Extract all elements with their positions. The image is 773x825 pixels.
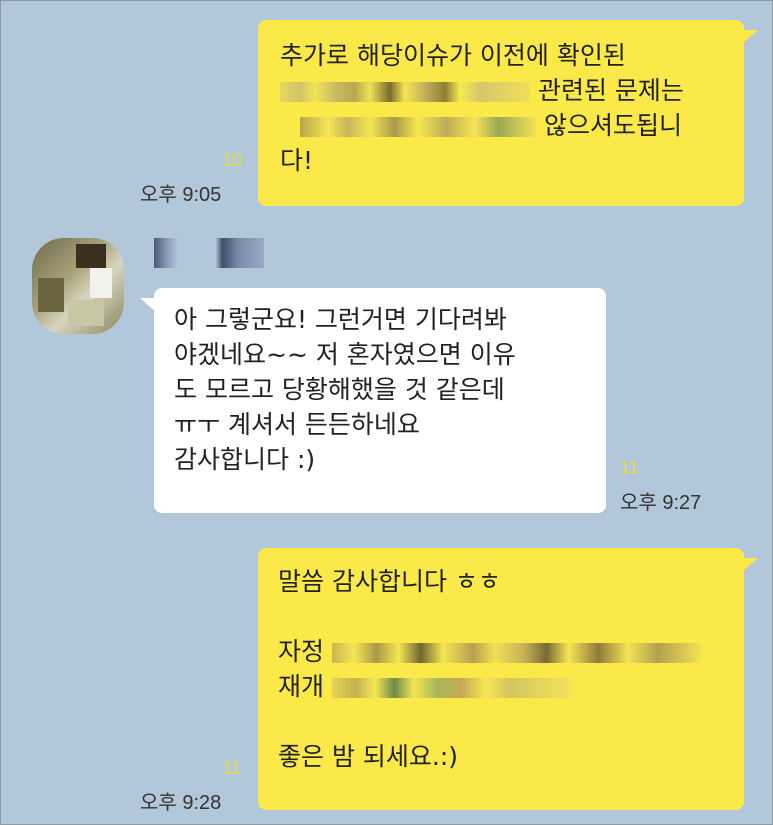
message-timestamp: 오후 9:28 <box>140 792 222 814</box>
unread-count: 11 <box>222 758 241 778</box>
message-bubble-outgoing[interactable]: 추가로 해당이슈가 이전에 확인된 관련된 문제는 않으셔도됩니 다! <box>258 20 744 206</box>
message-line: 자정 <box>278 637 325 666</box>
message-line: 재개 <box>278 672 325 701</box>
message-line: 좋은 밤 되세요.:) <box>278 742 459 771</box>
message-line: 추가로 해당이슈가 이전에 확인된 <box>280 41 626 70</box>
message-line: 아 그렇군요! 그런거면 기다려봐 <box>174 305 507 334</box>
message-line: ㅠㅜ 계셔서 든든하네요 <box>174 410 420 439</box>
unread-count: 11 <box>620 458 639 478</box>
redacted-text <box>331 643 702 663</box>
message-line: 관련된 문제는 <box>537 76 684 105</box>
message-bubble-incoming[interactable]: 아 그렇군요! 그런거면 기다려봐 야겠네요~~ 저 혼자였으면 이유 도 모르… <box>154 288 606 513</box>
message-line: 야겠네요~~ 저 혼자였으면 이유 <box>174 340 516 369</box>
bubble-tail <box>140 298 156 312</box>
message-timestamp: 오후 9:27 <box>620 492 702 514</box>
message-line: 않으셔도됩니 <box>543 111 682 140</box>
redacted-text <box>280 82 530 102</box>
unread-count: 10 <box>222 150 243 170</box>
sender-name-redacted <box>154 238 264 268</box>
bubble-tail <box>742 558 758 572</box>
message-line: 다! <box>280 146 314 175</box>
redacted-text <box>331 678 572 698</box>
redacted-text <box>300 117 536 137</box>
message-line: 도 모르고 당황해했을 것 같은데 <box>174 375 505 404</box>
bubble-tail <box>742 30 758 44</box>
message-bubble-outgoing[interactable]: 말씀 감사합니다 ㅎㅎ 자정 재개 좋은 밤 되세요.:) <box>258 548 744 810</box>
profile-avatar[interactable] <box>32 238 124 334</box>
message-line: 감사합니다 :) <box>174 445 316 474</box>
message-timestamp: 오후 9:05 <box>140 184 222 206</box>
message-line: 말씀 감사합니다 ㅎㅎ <box>278 567 501 596</box>
